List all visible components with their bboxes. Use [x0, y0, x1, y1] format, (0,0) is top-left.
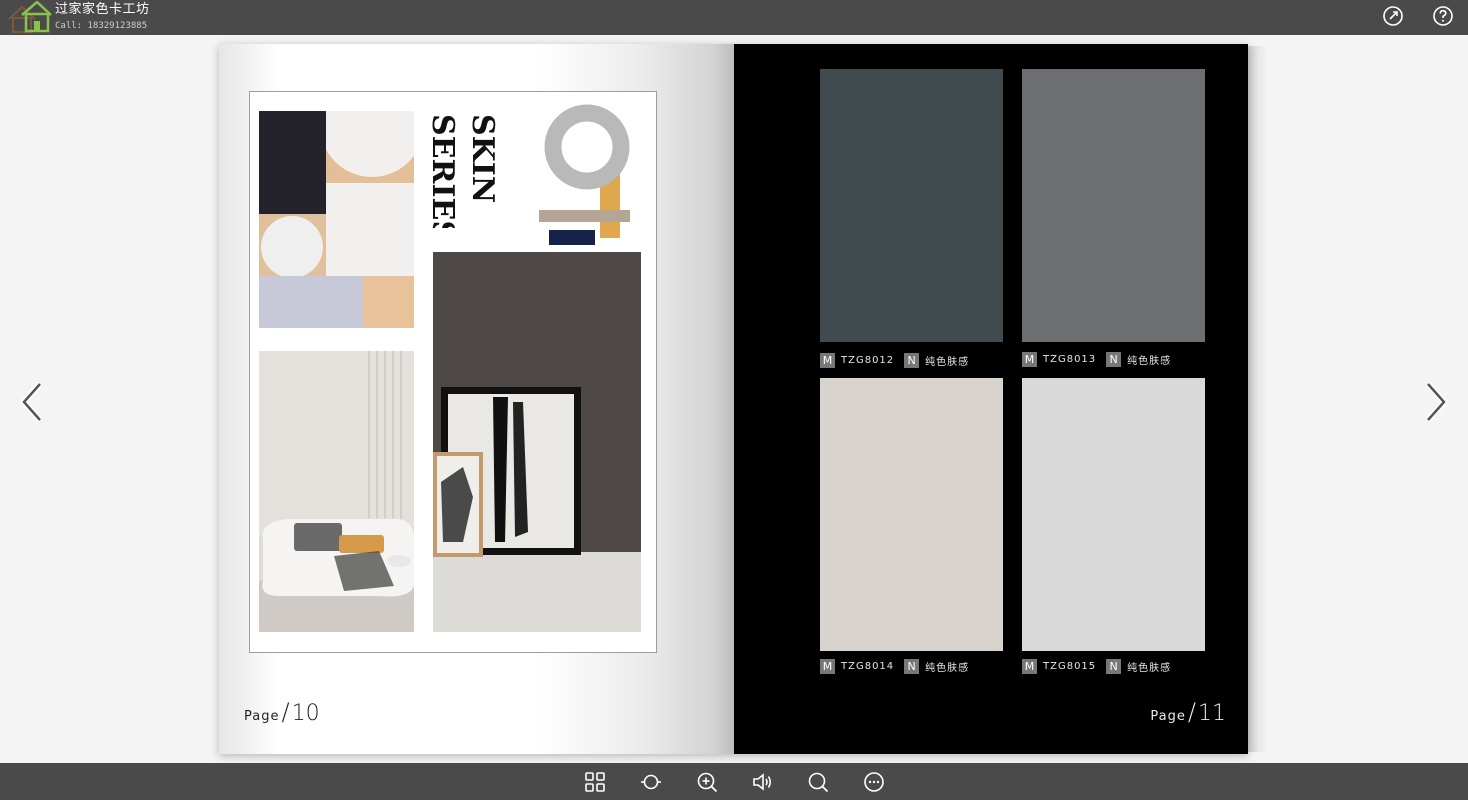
swatch-code: TZG8012: [841, 354, 895, 366]
page-number-right: Page/11: [1150, 698, 1226, 726]
color-swatch: [820, 69, 1003, 342]
svg-text:SKIN: SKIN: [465, 114, 500, 203]
collage-circle-tile: [326, 111, 414, 183]
sound-icon[interactable]: [751, 771, 773, 793]
collage-light-block: [326, 183, 414, 214]
top-bar: 过家家色卡工坊 Call: 18329123885: [0, 0, 1468, 35]
collage-dark-block: [259, 111, 326, 214]
flipbook[interactable]: SKIN SERIES: [219, 44, 1248, 754]
collage-lavender-block: [259, 276, 363, 328]
tag-n: N: [1106, 351, 1122, 367]
tag-m: M: [1022, 351, 1037, 367]
brand-phone: Call: 18329123885: [55, 21, 148, 31]
interior-sofa-photo: [259, 351, 414, 632]
swatch-name: 纯色肤感: [925, 356, 970, 368]
color-swatch: [820, 378, 1003, 651]
tag-m: M: [820, 658, 835, 674]
collage-small-circle: [259, 214, 326, 276]
skin-series-title: SKIN SERIES: [429, 114, 500, 228]
brand-name: 过家家色卡工坊: [55, 2, 150, 17]
chevron-left-icon[interactable]: [16, 380, 46, 424]
swatch-code: TZG8014: [841, 660, 895, 672]
color-swatch: [1022, 69, 1205, 342]
swatch-label: M TZG8012 N 纯色肤感: [820, 352, 969, 368]
swatch-label: M TZG8015 N 纯色肤感: [1022, 658, 1171, 674]
collage-peach-block: [363, 276, 414, 328]
swatch-code: TZG8015: [1043, 660, 1097, 672]
page-number: 11: [1198, 701, 1226, 726]
zoom-in-icon[interactable]: [696, 771, 718, 793]
page-number: 10: [291, 701, 320, 726]
grid-thumbnails-icon[interactable]: [584, 771, 606, 793]
color-swatch: [1022, 378, 1205, 651]
bottom-toolbar: [0, 763, 1468, 800]
tag-n: N: [1106, 658, 1122, 674]
search-icon[interactable]: [807, 771, 829, 793]
tag-n: N: [904, 352, 920, 368]
chevron-right-icon[interactable]: [1422, 380, 1452, 424]
house-logo-icon: [8, 1, 52, 33]
svg-text:SERIES: SERIES: [429, 114, 460, 228]
page-number-left: Page/10: [244, 698, 320, 726]
swatch-name: 纯色肤感: [1127, 355, 1172, 367]
book-page-edge: [1248, 46, 1268, 752]
autoplay-icon[interactable]: [640, 771, 662, 793]
page-right[interactable]: M TZG8012 N 纯色肤感 M TZG8013 N 纯色肤感 M TZG8…: [734, 44, 1248, 754]
more-icon[interactable]: [863, 771, 885, 793]
ring-graphic: [539, 104, 630, 245]
tag-m: M: [820, 352, 835, 368]
page-left[interactable]: SKIN SERIES: [219, 44, 734, 754]
page-label: Page: [1150, 709, 1186, 724]
swatch-label: M TZG8013 N 纯色肤感: [1022, 351, 1171, 367]
swatch-code: TZG8013: [1043, 353, 1097, 365]
swatch-name: 纯色肤感: [1127, 662, 1172, 674]
help-icon[interactable]: [1432, 5, 1454, 27]
collage-white-block: [326, 214, 414, 276]
tag-n: N: [904, 658, 920, 674]
swatch-name: 纯色肤感: [925, 662, 970, 674]
tag-m: M: [1022, 658, 1037, 674]
share-icon[interactable]: [1382, 5, 1404, 27]
dark-wall-art-photo: [433, 252, 641, 632]
page-label: Page: [244, 709, 280, 724]
swatch-label: M TZG8014 N 纯色肤感: [820, 658, 969, 674]
